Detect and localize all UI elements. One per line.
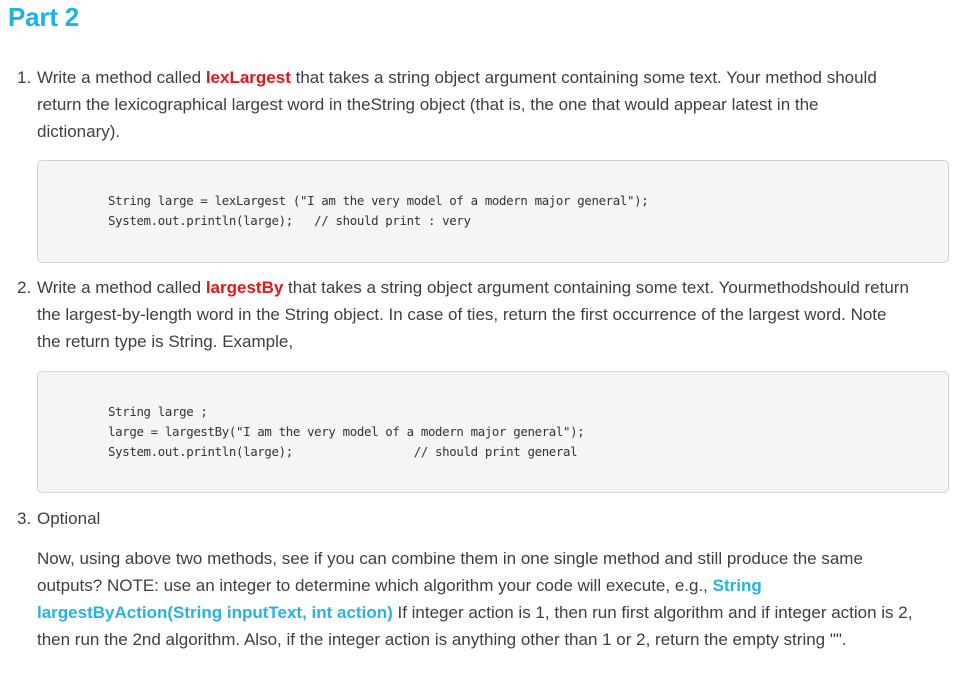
- q2-line-2: the largest-by-length word in the String…: [37, 305, 887, 324]
- q1-number: 1.: [17, 68, 32, 87]
- q3-line-1: Now, using above two methods, see if you…: [37, 549, 863, 568]
- q2-text: Write a method called: [37, 278, 206, 297]
- q3-heading: Optional: [37, 509, 101, 528]
- q3-line-3: largestByAction(String inputText, int ac…: [37, 599, 912, 626]
- code-line: large = largestBy("I am the very model o…: [108, 424, 585, 439]
- q3-signature: largestByAction(String inputText, int ac…: [37, 603, 393, 622]
- q3-text: If integer action is 1, then run first a…: [392, 603, 913, 622]
- q1-line-2: return the lexicographical largest word …: [37, 95, 819, 114]
- q1-text: Write a method called: [37, 68, 206, 87]
- q1-method-name: lexLargest: [205, 68, 291, 87]
- q1-code-block: String large = lexLargest ("I am the ver…: [37, 160, 949, 263]
- q1-text: that takes a string object argument cont…: [290, 68, 877, 87]
- page-title: Part 2: [8, 2, 80, 32]
- q2-line-3: the return type is String. Example,: [37, 332, 294, 351]
- code-line: String large = lexLargest ("I am the ver…: [108, 193, 649, 208]
- q2-method-name: largestBy: [205, 278, 284, 297]
- code-line: System.out.println(large); // should pri…: [108, 213, 471, 228]
- q1-line-3: dictionary).: [37, 122, 121, 141]
- q1-line-1: Write a method called lexLargest that ta…: [37, 64, 877, 91]
- code-line: System.out.println(large); // should pri…: [108, 444, 578, 459]
- code-line: String large ;: [108, 404, 208, 419]
- q2-number: 2.: [17, 278, 32, 297]
- q3-text: outputs? NOTE: use an integer to determi…: [37, 576, 713, 595]
- q3-line-4: then run the 2nd algorithm. Also, if the…: [37, 630, 847, 649]
- q2-line-1: Write a method called largestBy that tak…: [37, 274, 909, 301]
- q2-text: that takes a string object argument cont…: [283, 278, 909, 297]
- q3-signature-start: String: [712, 576, 762, 595]
- q3-line-2: outputs? NOTE: use an integer to determi…: [37, 572, 762, 599]
- q3-number: 3.: [17, 509, 32, 528]
- q2-code-block: String large ; large = largestBy("I am t…: [37, 371, 949, 493]
